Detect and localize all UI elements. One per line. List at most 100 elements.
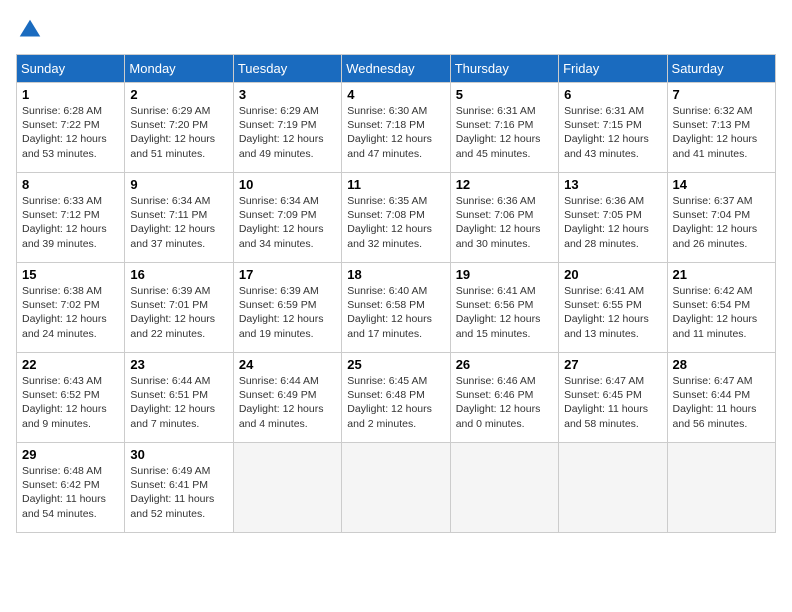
day-number: 6: [564, 87, 661, 102]
day-number: 15: [22, 267, 119, 282]
day-detail: Sunrise: 6:31 AMSunset: 7:15 PMDaylight:…: [564, 104, 661, 161]
day-number: 26: [456, 357, 553, 372]
calendar-cell: 26 Sunrise: 6:46 AMSunset: 6:46 PMDayligh…: [450, 353, 558, 443]
day-detail: Sunrise: 6:29 AMSunset: 7:19 PMDaylight:…: [239, 104, 336, 161]
calendar-cell: 19Sunrise: 6:41 AMSunset: 6:56 PMDayligh…: [450, 263, 558, 353]
calendar-cell: 6 Sunrise: 6:31 AMSunset: 7:15 PMDaylight…: [559, 83, 667, 173]
calendar-cell: 5 Sunrise: 6:31 AMSunset: 7:16 PMDaylight…: [450, 83, 558, 173]
day-number: 5: [456, 87, 553, 102]
calendar-cell: 12 Sunrise: 6:36 AMSunset: 7:06 PMDayligh…: [450, 173, 558, 263]
day-detail: Sunrise: 6:34 AMSunset: 7:11 PMDaylight:…: [130, 194, 227, 251]
calendar-cell: 14 Sunrise: 6:37 AMSunset: 7:04 PMDayligh…: [667, 173, 775, 263]
day-detail: Sunrise: 6:33 AMSunset: 7:12 PMDaylight:…: [22, 194, 119, 251]
day-number: 13: [564, 177, 661, 192]
day-number: 7: [673, 87, 770, 102]
day-number: 16: [130, 267, 227, 282]
day-detail: Sunrise: 6:41 AMSunset: 6:56 PMDaylight:…: [456, 284, 553, 341]
day-detail: Sunrise: 6:48 AMSunset: 6:42 PMDaylight:…: [22, 464, 119, 521]
day-detail: Sunrise: 6:36 AMSunset: 7:05 PMDaylight:…: [564, 194, 661, 251]
day-detail: Sunrise: 6:46 AMSunset: 6:46 PMDaylight:…: [456, 374, 553, 431]
calendar-cell: 7 Sunrise: 6:32 AMSunset: 7:13 PMDaylight…: [667, 83, 775, 173]
day-detail: Sunrise: 6:28 AMSunset: 7:22 PMDaylight:…: [22, 104, 119, 161]
day-detail: Sunrise: 6:29 AMSunset: 7:20 PMDaylight:…: [130, 104, 227, 161]
day-number: 30: [130, 447, 227, 462]
day-detail: Sunrise: 6:32 AMSunset: 7:13 PMDaylight:…: [673, 104, 770, 161]
calendar-cell: 9 Sunrise: 6:34 AMSunset: 7:11 PMDaylight…: [125, 173, 233, 263]
day-number: 3: [239, 87, 336, 102]
day-number: 9: [130, 177, 227, 192]
day-detail: Sunrise: 6:49 AMSunset: 6:41 PMDaylight:…: [130, 464, 227, 521]
weekday-header-tuesday: Tuesday: [233, 55, 341, 83]
calendar-cell: 17 Sunrise: 6:39 AMSunset: 6:59 PMDayligh…: [233, 263, 341, 353]
calendar-cell: 2 Sunrise: 6:29 AMSunset: 7:20 PMDaylight…: [125, 83, 233, 173]
calendar-cell: 30 Sunrise: 6:49 AMSunset: 6:41 PMDayligh…: [125, 443, 233, 533]
calendar-cell: 25 Sunrise: 6:45 AMSunset: 6:48 PMDayligh…: [342, 353, 450, 443]
day-number: 12: [456, 177, 553, 192]
calendar-cell: 1 Sunrise: 6:28 AMSunset: 7:22 PMDaylight…: [17, 83, 125, 173]
calendar-cell: 27 Sunrise: 6:47 AMSunset: 6:45 PMDayligh…: [559, 353, 667, 443]
day-detail: Sunrise: 6:44 AMSunset: 6:49 PMDaylight:…: [239, 374, 336, 431]
weekday-header-saturday: Saturday: [667, 55, 775, 83]
weekday-header-wednesday: Wednesday: [342, 55, 450, 83]
day-number: 25: [347, 357, 444, 372]
day-detail: Sunrise: 6:35 AMSunset: 7:08 PMDaylight:…: [347, 194, 444, 251]
day-number: 29: [22, 447, 119, 462]
calendar-cell: 18 Sunrise: 6:40 AMSunset: 6:58 PMDayligh…: [342, 263, 450, 353]
day-detail: Sunrise: 6:42 AMSunset: 6:54 PMDaylight:…: [673, 284, 770, 341]
page-header: [16, 16, 776, 44]
day-number: 22: [22, 357, 119, 372]
week-row-3: 15Sunrise: 6:38 AMSunset: 7:02 PMDayligh…: [17, 263, 776, 353]
day-number: 1: [22, 87, 119, 102]
day-number: 28: [673, 357, 770, 372]
calendar-cell: [342, 443, 450, 533]
day-number: 23: [130, 357, 227, 372]
week-row-4: 22 Sunrise: 6:43 AMSunset: 6:52 PMDayligh…: [17, 353, 776, 443]
calendar-cell: 21 Sunrise: 6:42 AMSunset: 6:54 PMDayligh…: [667, 263, 775, 353]
day-detail: Sunrise: 6:30 AMSunset: 7:18 PMDaylight:…: [347, 104, 444, 161]
day-detail: Sunrise: 6:37 AMSunset: 7:04 PMDaylight:…: [673, 194, 770, 251]
day-detail: Sunrise: 6:39 AMSunset: 6:59 PMDaylight:…: [239, 284, 336, 341]
day-detail: Sunrise: 6:31 AMSunset: 7:16 PMDaylight:…: [456, 104, 553, 161]
day-number: 21: [673, 267, 770, 282]
day-number: 24: [239, 357, 336, 372]
calendar-cell: 15Sunrise: 6:38 AMSunset: 7:02 PMDayligh…: [17, 263, 125, 353]
day-number: 4: [347, 87, 444, 102]
day-detail: Sunrise: 6:36 AMSunset: 7:06 PMDaylight:…: [456, 194, 553, 251]
calendar-cell: [450, 443, 558, 533]
calendar-cell: 3 Sunrise: 6:29 AMSunset: 7:19 PMDaylight…: [233, 83, 341, 173]
logo: [16, 16, 48, 44]
day-number: 27: [564, 357, 661, 372]
week-row-1: 1 Sunrise: 6:28 AMSunset: 7:22 PMDaylight…: [17, 83, 776, 173]
day-detail: Sunrise: 6:43 AMSunset: 6:52 PMDaylight:…: [22, 374, 119, 431]
weekday-header-sunday: Sunday: [17, 55, 125, 83]
week-row-2: 8Sunrise: 6:33 AMSunset: 7:12 PMDaylight…: [17, 173, 776, 263]
calendar-cell: 24 Sunrise: 6:44 AMSunset: 6:49 PMDayligh…: [233, 353, 341, 443]
calendar-cell: [233, 443, 341, 533]
day-detail: Sunrise: 6:47 AMSunset: 6:45 PMDaylight:…: [564, 374, 661, 431]
calendar-cell: 4 Sunrise: 6:30 AMSunset: 7:18 PMDaylight…: [342, 83, 450, 173]
day-number: 14: [673, 177, 770, 192]
day-number: 17: [239, 267, 336, 282]
day-detail: Sunrise: 6:41 AMSunset: 6:55 PMDaylight:…: [564, 284, 661, 341]
calendar-cell: 13 Sunrise: 6:36 AMSunset: 7:05 PMDayligh…: [559, 173, 667, 263]
day-number: 10: [239, 177, 336, 192]
calendar-cell: 23Sunrise: 6:44 AMSunset: 6:51 PMDayligh…: [125, 353, 233, 443]
calendar-cell: [559, 443, 667, 533]
calendar-cell: 8Sunrise: 6:33 AMSunset: 7:12 PMDaylight…: [17, 173, 125, 263]
day-detail: Sunrise: 6:45 AMSunset: 6:48 PMDaylight:…: [347, 374, 444, 431]
calendar-table: SundayMondayTuesdayWednesdayThursdayFrid…: [16, 54, 776, 533]
day-detail: Sunrise: 6:34 AMSunset: 7:09 PMDaylight:…: [239, 194, 336, 251]
calendar-cell: [667, 443, 775, 533]
calendar-cell: 10 Sunrise: 6:34 AMSunset: 7:09 PMDayligh…: [233, 173, 341, 263]
calendar-cell: 20 Sunrise: 6:41 AMSunset: 6:55 PMDayligh…: [559, 263, 667, 353]
calendar-cell: 22 Sunrise: 6:43 AMSunset: 6:52 PMDayligh…: [17, 353, 125, 443]
day-number: 20: [564, 267, 661, 282]
day-detail: Sunrise: 6:40 AMSunset: 6:58 PMDaylight:…: [347, 284, 444, 341]
logo-icon: [16, 16, 44, 44]
day-number: 18: [347, 267, 444, 282]
week-row-5: 29 Sunrise: 6:48 AMSunset: 6:42 PMDayligh…: [17, 443, 776, 533]
calendar-cell: 11 Sunrise: 6:35 AMSunset: 7:08 PMDayligh…: [342, 173, 450, 263]
weekday-header-monday: Monday: [125, 55, 233, 83]
day-number: 2: [130, 87, 227, 102]
day-number: 11: [347, 177, 444, 192]
